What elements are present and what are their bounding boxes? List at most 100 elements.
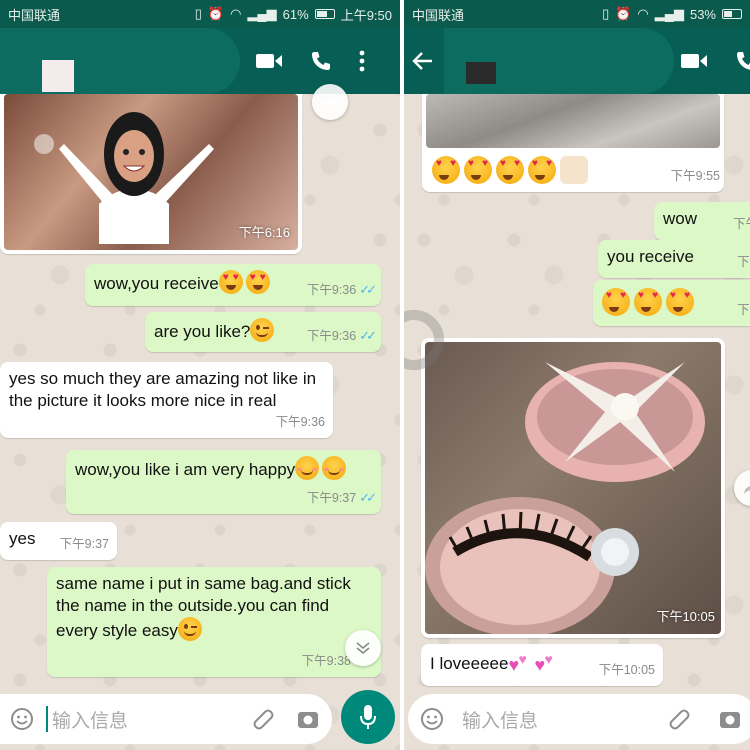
read-receipt-icon: ✓✓ — [359, 490, 377, 505]
alarm-icon: ⏰ — [207, 6, 225, 21]
chat-left-panel: 中国联通 ▯ ⏰ ◠ ▂▄▆ 61% 上午9:50 下午6:16 wow,you… — [0, 0, 400, 750]
message-time: 下午10 — [733, 217, 750, 231]
emoji-icon[interactable] — [420, 707, 444, 731]
eyelash-box-illustration — [425, 362, 705, 634]
message-time: 下午9:38 — [301, 654, 351, 668]
avatar[interactable] — [466, 62, 496, 84]
message-time: 下午9:36 — [306, 283, 357, 297]
read-receipt-icon: ✓✓ — [359, 282, 377, 297]
message-text: same name i put in same bag.and stick th… — [56, 574, 351, 640]
image-message[interactable]: 下午9:55 — [422, 94, 724, 192]
incoming-message[interactable]: yes so much they are amazing not like in… — [0, 362, 333, 438]
raised-hands-emoji — [560, 156, 588, 184]
signal-icon: ▂▄▆ — [654, 6, 684, 21]
status-bar: 中国联通 ▯ ⏰ ◠ ▂▄▆ 53% — [404, 0, 750, 28]
vibrate-icon: ▯ — [602, 6, 610, 21]
battery-percent: 61% — [282, 6, 309, 22]
attach-icon[interactable] — [668, 707, 690, 731]
heart-eyes-emoji — [218, 270, 243, 294]
battery-icon — [314, 9, 335, 19]
eyelash-product-photo[interactable]: 下午10:05 — [425, 342, 721, 634]
two-hearts-emoji — [534, 648, 560, 676]
video-call-icon[interactable] — [680, 51, 708, 71]
message-time: 下午9:36 — [275, 415, 325, 429]
scroll-down-button[interactable] — [345, 630, 381, 666]
heart-eyes-emoji — [245, 270, 270, 294]
video-call-icon[interactable] — [255, 51, 283, 71]
two-hearts-emoji — [508, 648, 534, 676]
smiling-face-emoji — [322, 456, 347, 480]
heart-eyes-emoji — [666, 288, 694, 316]
attach-icon[interactable] — [252, 707, 274, 731]
message-time: 下午9:37 — [306, 491, 357, 505]
outgoing-message[interactable]: same name i put in same bag.and stick th… — [47, 567, 381, 677]
outgoing-message[interactable]: wow,you like i am very happy 下午9:37 ✓✓ — [66, 450, 381, 514]
message-time: 下午10 — [737, 303, 750, 317]
phone-call-icon[interactable] — [734, 49, 750, 73]
winking-face-emoji — [250, 318, 275, 342]
more-options-icon[interactable] — [359, 50, 365, 72]
back-arrow-icon[interactable] — [412, 51, 434, 71]
chevron-down-icon — [356, 642, 370, 655]
message-text: yes so much they are amazing not like in… — [9, 369, 317, 410]
read-receipt-icon: ✓✓ — [359, 328, 377, 343]
heart-eyes-emoji — [496, 156, 524, 184]
message-time: 下午9:37 — [59, 537, 109, 551]
wifi-icon: ◠ — [637, 6, 649, 21]
winking-face-emoji — [177, 617, 202, 641]
image-message[interactable]: 下午10:05 — [421, 338, 725, 638]
bitmoji-photo[interactable]: 下午6:16 — [4, 94, 298, 250]
battery-icon — [722, 9, 742, 19]
message-time: 下午6:16 — [238, 225, 290, 240]
camera-icon[interactable] — [718, 708, 742, 730]
message-input-bar[interactable]: 输入信息 — [0, 694, 332, 744]
signal-icon: ▂▄▆ — [247, 6, 277, 21]
message-time: 下午9:55 — [670, 169, 720, 183]
redacted-contact-name — [444, 28, 674, 94]
carrier-label: 中国联通 — [8, 7, 61, 23]
heart-eyes-emoji — [634, 288, 662, 316]
avatar[interactable] — [42, 60, 74, 92]
message-input[interactable]: 输入信息 — [462, 706, 668, 733]
message-input-bar[interactable]: 输入信息 — [408, 694, 750, 744]
emoji-caption — [432, 156, 592, 185]
message-time: 下午10 — [737, 255, 750, 269]
heart-eyes-emoji — [432, 156, 460, 184]
phone-call-icon[interactable] — [309, 49, 333, 73]
message-text: wow,you like i am very happy — [75, 460, 296, 479]
package-photo[interactable] — [426, 94, 720, 148]
message-text: are you like? — [154, 322, 251, 341]
outgoing-message[interactable]: 下午10 — [593, 280, 750, 326]
smiling-face-emoji — [295, 456, 320, 480]
carrier-label: 中国联通 — [412, 7, 465, 23]
outgoing-message[interactable]: wow,you receive 下午9:36✓✓ — [85, 264, 381, 306]
outgoing-message[interactable]: are you like? 下午9:36 ✓✓ — [145, 312, 381, 352]
message-text: wow,you receive — [94, 274, 219, 293]
outgoing-message[interactable]: you receive 下午10 — [598, 240, 750, 278]
redacted-contact-name — [0, 28, 240, 94]
voice-message-button[interactable] — [341, 690, 395, 744]
outgoing-message[interactable]: wow 下午10 — [654, 202, 750, 240]
text-cursor — [46, 706, 48, 732]
message-text: wow — [663, 209, 698, 228]
clock: 上午9:50 — [340, 7, 392, 23]
incoming-message[interactable]: yes 下午9:37 — [0, 522, 117, 560]
battery-percent: 53% — [689, 6, 716, 22]
image-message[interactable]: 下午6:16 — [0, 94, 302, 254]
chat-right-panel: 中国联通 ▯ ⏰ ◠ ▂▄▆ 53% 下午9:55 wow 下午10 you — [404, 0, 750, 750]
forward-button[interactable] — [312, 84, 348, 120]
heart-eyes-emoji — [602, 288, 630, 316]
heart-eyes-emoji — [464, 156, 492, 184]
message-time: 下午10:05 — [656, 609, 715, 624]
camera-icon[interactable] — [296, 708, 320, 730]
microphone-icon — [360, 705, 376, 729]
chat-header — [0, 28, 400, 94]
heart-eyes-emoji — [528, 156, 556, 184]
emoji-icon[interactable] — [10, 707, 34, 731]
incoming-message[interactable]: I loveeeee 下午10:05 — [421, 644, 663, 686]
alarm-icon: ⏰ — [615, 6, 632, 21]
message-input[interactable]: 输入信息 — [52, 706, 252, 733]
message-text: you receive — [607, 247, 694, 266]
status-bar: 中国联通 ▯ ⏰ ◠ ▂▄▆ 61% 上午9:50 — [0, 0, 400, 28]
vibrate-icon: ▯ — [194, 6, 202, 21]
